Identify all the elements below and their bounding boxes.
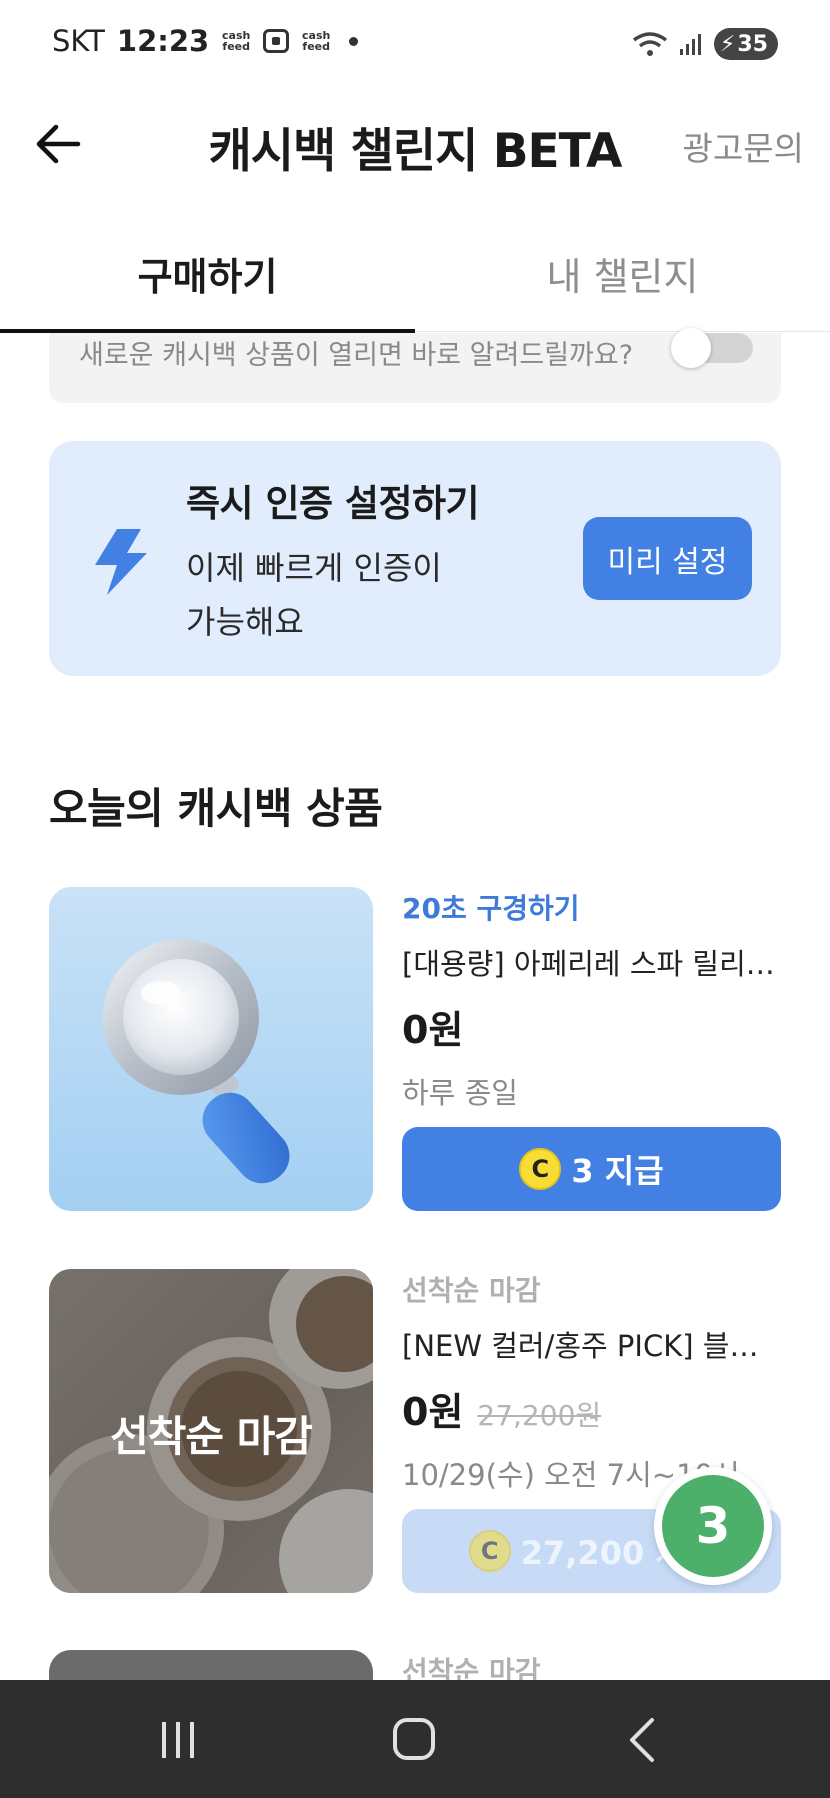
notify-toggle[interactable] bbox=[671, 328, 753, 368]
notify-card: 새로운 캐시백 상품이 열리면 바로 알려드릴까요? bbox=[49, 328, 781, 403]
reward-label: 3 지급 bbox=[571, 1152, 664, 1190]
section-title: 오늘의 캐시백 상품 bbox=[49, 784, 383, 833]
home-button[interactable] bbox=[375, 1704, 455, 1774]
nav-back-button[interactable] bbox=[604, 1704, 684, 1774]
product-info: 선착순 마감 [NEW 컬러/홍주 PICK] 블랑… 0원 27,200원 1… bbox=[402, 1269, 781, 1494]
price-row: 0원 bbox=[402, 999, 781, 1054]
ad-inquiry-link[interactable]: 광고문의 bbox=[683, 122, 804, 170]
notify-text: 새로운 캐시백 상품이 열리면 바로 알려드릴까요? bbox=[79, 340, 634, 371]
recent-apps-button[interactable] bbox=[138, 1704, 218, 1774]
product-tag: 선착순 마감 bbox=[402, 1274, 541, 1307]
notification-dot-icon bbox=[349, 36, 359, 46]
product-price: 0원 bbox=[402, 1008, 464, 1052]
verify-description: 이제 빠르게 인증이 가능해요 bbox=[186, 541, 442, 649]
product-price: 0원 bbox=[402, 1390, 464, 1434]
product-name[interactable]: [NEW 컬러/홍주 PICK] 블랑… bbox=[402, 1323, 781, 1365]
battery-charging-icon: ⚡ bbox=[719, 31, 736, 57]
tab-buy[interactable]: 구매하기 bbox=[0, 220, 415, 333]
product-thumbnail[interactable]: 선착순 마감 bbox=[49, 1269, 373, 1593]
price-row: 0원 27,200원 bbox=[402, 1381, 781, 1436]
screenshot-icon bbox=[263, 29, 290, 53]
home-icon bbox=[393, 1718, 435, 1760]
toggle-knob bbox=[671, 328, 711, 368]
product-name[interactable]: [대용량] 아페리레 스파 릴리프… bbox=[402, 941, 781, 983]
battery-indicator: ⚡ 35 bbox=[713, 28, 778, 60]
magnifier-icon bbox=[103, 939, 290, 1184]
system-nav-bar bbox=[0, 1680, 830, 1798]
product-thumbnail[interactable] bbox=[49, 887, 373, 1211]
soldout-overlay-label: 선착순 마감 bbox=[110, 1412, 313, 1461]
coin-icon: C bbox=[468, 1530, 511, 1572]
carrier-label: SKT bbox=[52, 24, 105, 58]
clock: 12:23 bbox=[116, 24, 210, 58]
wifi-icon bbox=[632, 32, 667, 56]
cashfeed-icon: cash feed bbox=[221, 30, 251, 52]
verify-desc-line2: 가능해요 bbox=[186, 603, 304, 641]
app-header: 캐시백 챌린지 BETA 광고문의 bbox=[0, 90, 830, 195]
product-info: 20초 구경하기 [대용량] 아페리레 스파 릴리프… 0원 하루 종일 bbox=[402, 887, 781, 1112]
status-bar: SKT 12:23 cash feed cash feed ⚡ 35 bbox=[0, 0, 830, 90]
preset-button[interactable]: 미리 설정 bbox=[583, 517, 752, 600]
badge-count: 3 bbox=[662, 1475, 764, 1577]
challenge-count-badge[interactable]: 3 bbox=[654, 1467, 772, 1585]
status-left: SKT 12:23 cash feed cash feed bbox=[52, 24, 359, 58]
verify-desc-line1: 이제 빠르게 인증이 bbox=[186, 549, 442, 587]
cashfeed-label: cash feed bbox=[302, 29, 331, 53]
product-period: 하루 종일 bbox=[402, 1076, 518, 1110]
original-price: 27,200원 bbox=[477, 1399, 602, 1432]
product-thumbnail[interactable] bbox=[49, 1650, 373, 1680]
product-tag: 20초 구경하기 bbox=[402, 892, 580, 925]
battery-level: 35 bbox=[737, 31, 768, 57]
signal-icon bbox=[679, 34, 701, 55]
tab-my-challenge[interactable]: 내 챌린지 bbox=[415, 220, 830, 331]
status-right: ⚡ 35 bbox=[632, 28, 778, 60]
tab-bar: 구매하기 내 챌린지 bbox=[0, 220, 830, 333]
product-card: 20초 구경하기 [대용량] 아페리레 스파 릴리프… 0원 하루 종일 C 3… bbox=[49, 887, 781, 1211]
cashfeed-icon: cash feed bbox=[301, 30, 331, 52]
instant-verify-card: 즉시 인증 설정하기 이제 빠르게 인증이 가능해요 미리 설정 bbox=[49, 441, 781, 676]
cashfeed-label: cash feed bbox=[222, 29, 251, 53]
reward-button[interactable]: C 3 지급 bbox=[402, 1127, 781, 1211]
recent-apps-icon bbox=[162, 1722, 194, 1758]
lightning-icon bbox=[95, 529, 147, 595]
back-icon bbox=[630, 1718, 654, 1762]
verify-title: 즉시 인증 설정하기 bbox=[186, 482, 480, 525]
coin-icon: C bbox=[519, 1148, 562, 1190]
